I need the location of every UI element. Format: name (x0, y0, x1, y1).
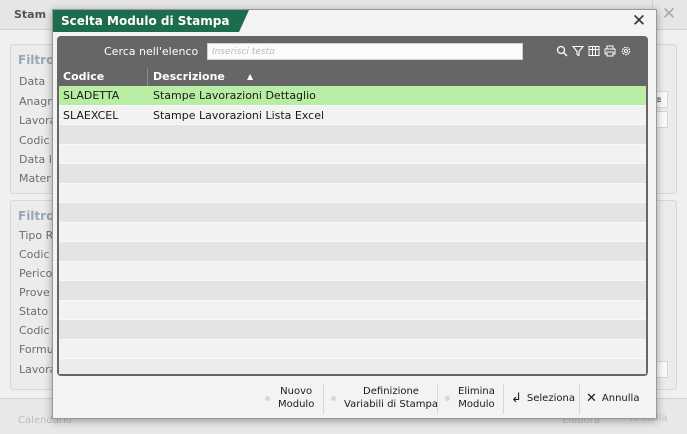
footer-divider (323, 384, 324, 414)
empty-table-row (59, 320, 646, 340)
field-label: Codic (19, 248, 50, 261)
search-icon[interactable] (556, 45, 568, 57)
field-label: Stato (19, 305, 49, 318)
field-label: Prove (19, 286, 50, 299)
field-label: Anagr (19, 95, 52, 108)
list-panel: Cerca nell'elenco Inserisci testo Codice… (57, 36, 648, 376)
field-label: Data (19, 75, 46, 88)
background-close-icon[interactable]: ✕ (659, 4, 679, 24)
button-dot (331, 395, 336, 401)
empty-table-row (59, 261, 646, 281)
field-label: Lavora (19, 363, 57, 376)
sort-ascending-icon: ▲ (247, 72, 254, 81)
field-label: Tipo R (19, 229, 54, 242)
empty-table-row (59, 300, 646, 320)
cell-code: SLADETTA (63, 89, 120, 102)
seleziona-button[interactable]: ↲ Seleziona (511, 380, 575, 416)
empty-table-row (59, 242, 646, 262)
grid-header: Codice Descrizione ▲ (59, 68, 646, 86)
footer-divider (503, 384, 504, 414)
annulla-button[interactable]: ✕ Annulla (586, 380, 639, 416)
button-dot (265, 395, 270, 401)
elimina-modulo-button[interactable]: Elimina Modulo (445, 380, 495, 416)
empty-table-row (59, 144, 646, 164)
close-icon: ✕ (586, 390, 597, 406)
close-icon[interactable]: ✕ (628, 10, 650, 32)
button-label: Nuovo Modulo (278, 386, 315, 410)
filter-icon[interactable] (572, 45, 584, 57)
column-header-descrizione[interactable]: Descrizione (153, 70, 225, 83)
empty-table-row (59, 125, 646, 145)
panel-title: Filtro (18, 209, 55, 223)
dialog-titlebar: Scelta Modulo di Stampa ✕ (53, 10, 656, 32)
button-dot (445, 395, 450, 401)
empty-table-row (59, 222, 646, 242)
button-label: Elimina Modulo (458, 386, 495, 410)
print-icon[interactable] (604, 45, 616, 57)
button-label: Seleziona (526, 392, 575, 404)
modules-grid: Codice Descrizione ▲ SLADETTA Stampe Lav… (59, 68, 646, 374)
settings-icon[interactable] (620, 45, 632, 57)
cell-description: Stampe Lavorazioni Lista Excel (153, 108, 325, 122)
table-row[interactable]: SLAEXCEL Stampe Lavorazioni Lista Excel (59, 105, 646, 125)
list-toolbar (556, 45, 632, 57)
empty-table-row (59, 203, 646, 223)
columns-icon[interactable] (588, 45, 600, 57)
field-label: Formu (19, 343, 54, 356)
empty-table-row (59, 281, 646, 301)
grid-rows: SLADETTA Stampe Lavorazioni Dettaglio SL… (59, 86, 646, 359)
column-header-codice[interactable]: Codice (63, 70, 104, 83)
field-label: Mater (19, 172, 51, 185)
cell-description: Stampe Lavorazioni Dettaglio (153, 89, 316, 102)
field-label: Codic (19, 324, 50, 337)
field-label: Perico (19, 267, 53, 280)
button-label: Definizione Variabili di Stampa (344, 386, 438, 410)
footer-divider (437, 384, 438, 414)
footer-divider (579, 384, 580, 414)
column-divider (147, 68, 148, 86)
definizione-variabili-button[interactable]: Definizione Variabili di Stampa (331, 380, 438, 416)
field-label: Codic (19, 134, 50, 147)
cell-code: SLAEXCEL (63, 108, 119, 122)
search-label: Cerca nell'elenco (104, 45, 199, 58)
dialog-title: Scelta Modulo di Stampa (53, 10, 250, 32)
empty-table-row (59, 183, 646, 203)
button-label: Annulla (601, 392, 640, 404)
table-row[interactable]: SLADETTA Stampe Lavorazioni Dettaglio (59, 86, 646, 106)
search-input[interactable] (207, 43, 523, 60)
panel-title: Filtro (18, 53, 55, 67)
scelta-modulo-dialog: Scelta Modulo di Stampa ✕ Cerca nell'ele… (52, 9, 657, 419)
dialog-footer: Nuovo Modulo Definizione Variabili di Stam… (53, 378, 656, 418)
empty-table-row (59, 164, 646, 184)
enter-icon: ↲ (511, 390, 522, 406)
field-label: Data l (19, 153, 52, 166)
field-label: Lavora (19, 114, 57, 127)
nuovo-modulo-button[interactable]: Nuovo Modulo (265, 380, 314, 416)
empty-table-row (59, 339, 646, 359)
search-row: Cerca nell'elenco (57, 36, 648, 66)
background-title: Stam (14, 8, 47, 21)
